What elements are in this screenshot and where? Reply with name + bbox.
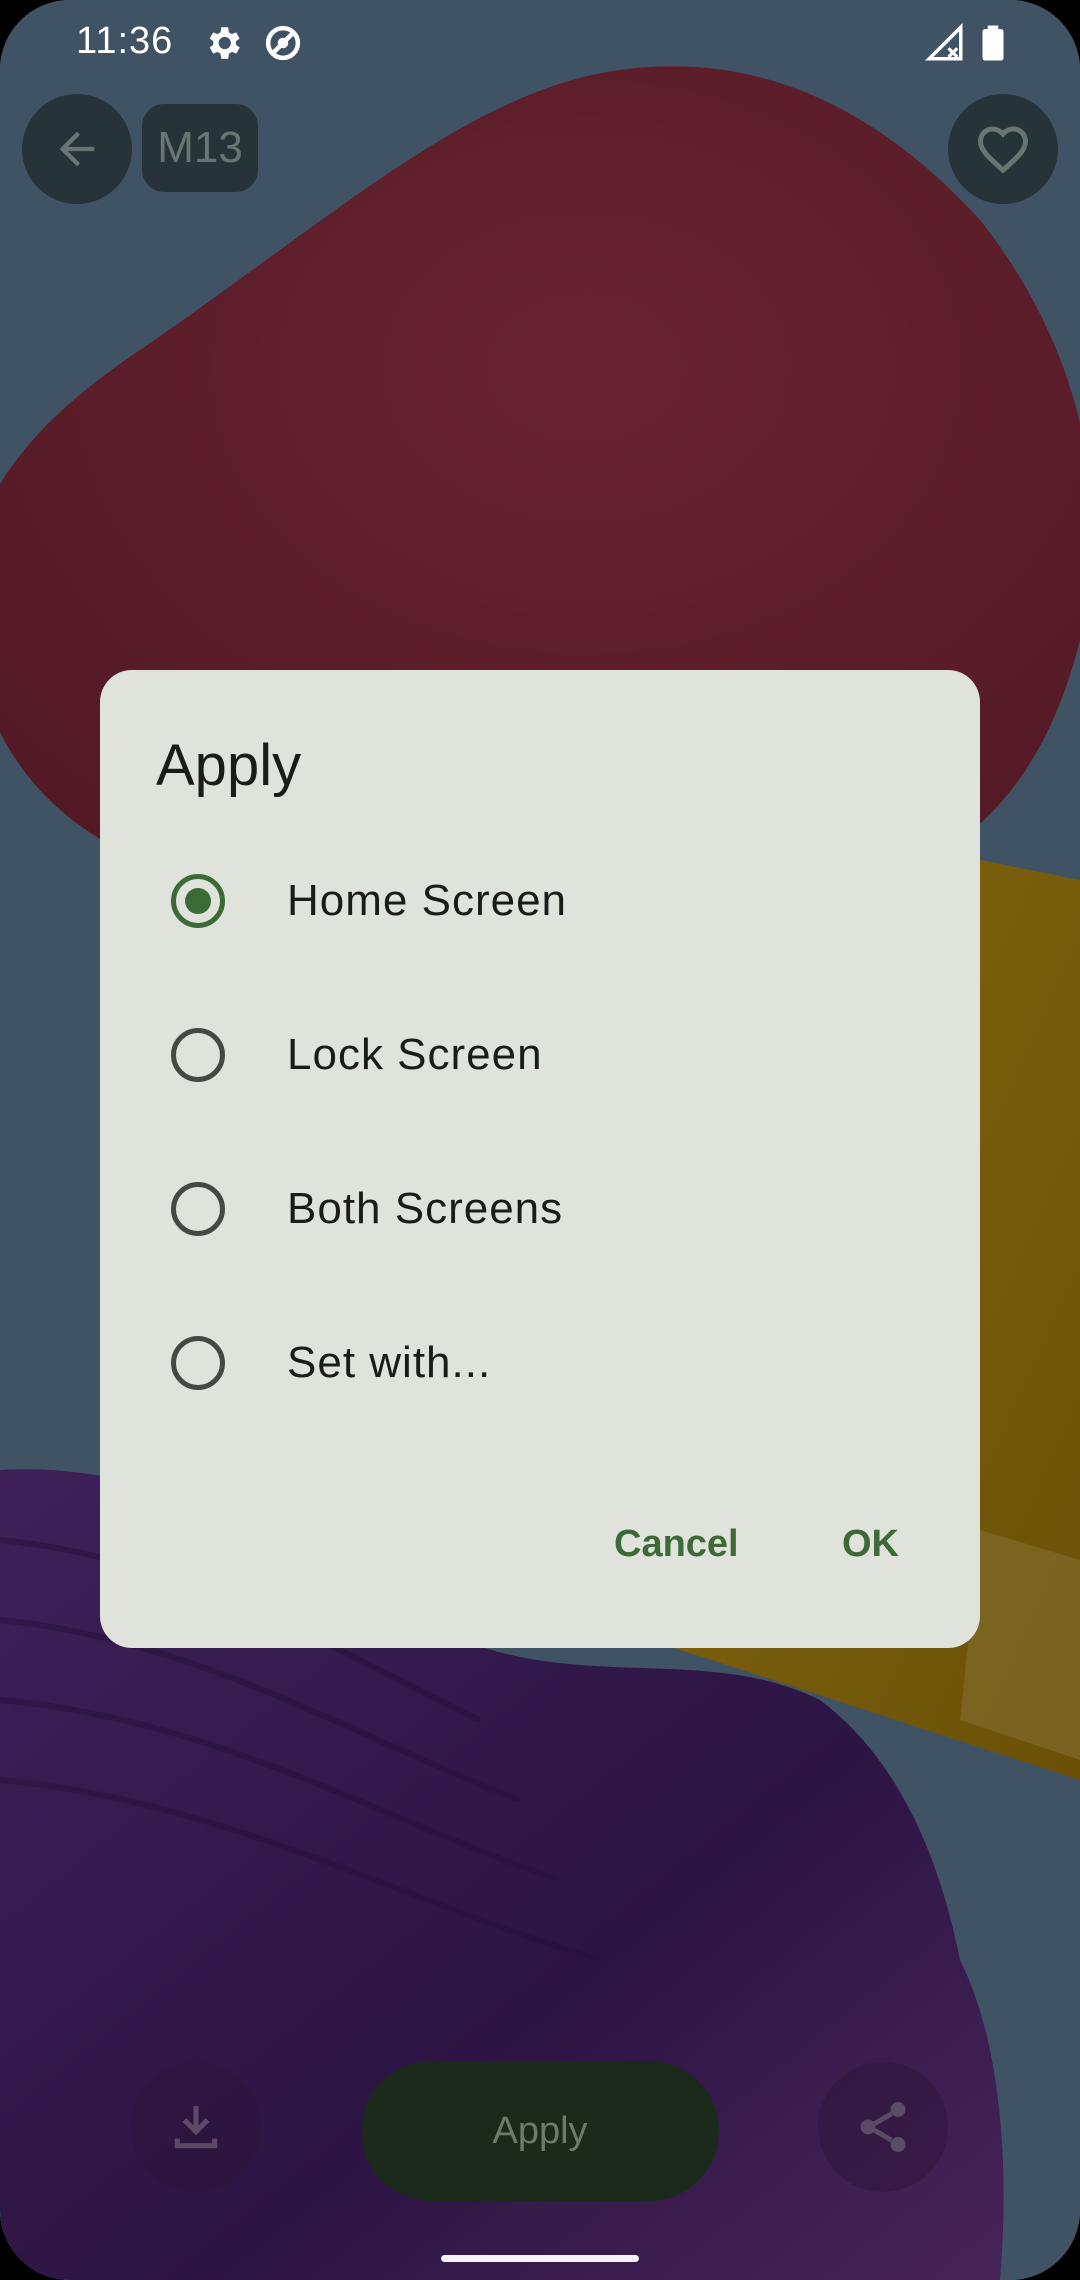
share-button[interactable] [818, 2062, 948, 2192]
home-indicator[interactable] [441, 2255, 639, 2262]
option-label: Home Screen [287, 876, 568, 925]
radio-home-screen[interactable] [171, 874, 225, 928]
download-icon [174, 2106, 218, 2149]
option-both-screens[interactable]: Both Screens [100, 1132, 980, 1286]
screen: 11:36 M13 Apply Apply Home Screen Lock S… [0, 0, 1080, 2280]
option-label: Set with... [287, 1338, 492, 1387]
signal-icon [925, 23, 963, 61]
radio-lock-screen[interactable] [171, 1028, 225, 1082]
data-saver-icon [265, 25, 301, 61]
apply-dialog: Apply Home Screen Lock Screen Both Scree… [100, 670, 980, 1648]
model-chip: M13 [142, 104, 258, 192]
option-home-screen[interactable]: Home Screen [100, 824, 980, 978]
status-bar: 11:36 [0, 0, 1080, 90]
option-lock-screen[interactable]: Lock Screen [100, 978, 980, 1132]
arrow-back-icon [59, 131, 95, 167]
favorite-button[interactable] [948, 94, 1058, 204]
option-set-with[interactable]: Set with... [100, 1286, 980, 1440]
radio-both-screens[interactable] [171, 1182, 225, 1236]
battery-icon [982, 25, 1004, 61]
dialog-title: Apply [156, 733, 302, 798]
ok-button[interactable]: OK [842, 1523, 899, 1566]
apply-button[interactable]: Apply [361, 2061, 719, 2201]
heart-outline-icon [977, 126, 1029, 174]
cancel-button[interactable]: Cancel [614, 1523, 739, 1566]
option-label: Both Screens [287, 1184, 564, 1233]
option-label: Lock Screen [287, 1030, 543, 1079]
status-time: 11:36 [76, 20, 174, 62]
download-button[interactable] [131, 2062, 261, 2192]
gear-icon [209, 27, 240, 59]
back-button[interactable] [22, 94, 132, 204]
share-icon [860, 2102, 906, 2152]
radio-set-with[interactable] [171, 1336, 225, 1390]
